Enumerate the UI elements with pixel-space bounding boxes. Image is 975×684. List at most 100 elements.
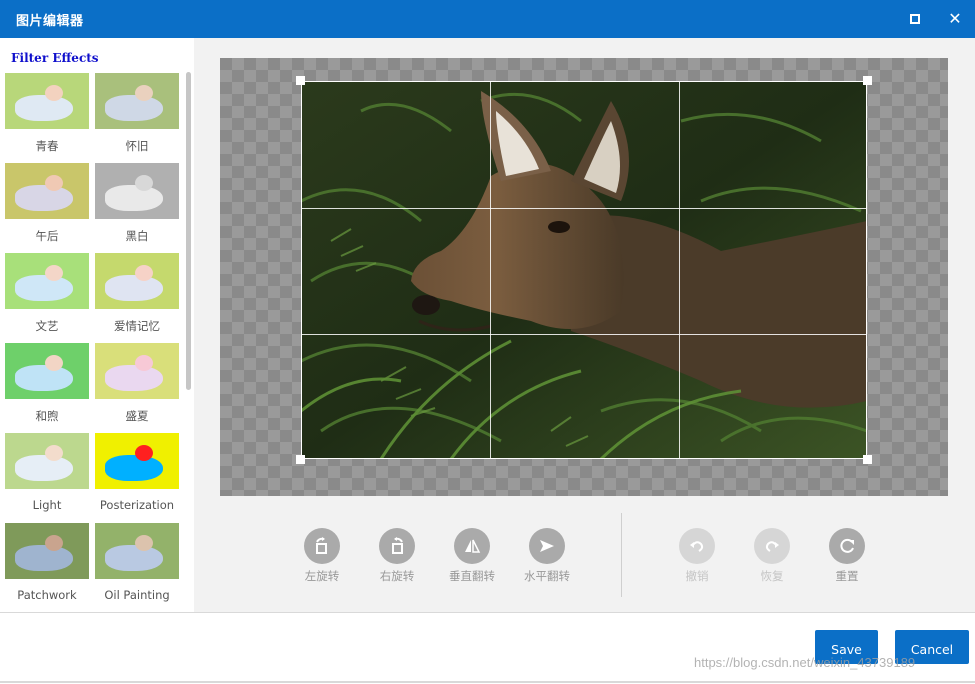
filter-item[interactable]: 文艺	[5, 253, 89, 337]
filter-label: 怀旧	[125, 139, 149, 153]
filter-thumbnail	[5, 523, 89, 579]
filter-label: 文艺	[35, 319, 59, 333]
tool-label: 撤销	[685, 569, 709, 583]
thumbnail-figure-head	[45, 355, 63, 371]
cancel-button[interactable]: Cancel	[895, 630, 969, 664]
tool-label: 水平翻转	[524, 569, 570, 583]
close-button[interactable]: ✕	[946, 9, 964, 29]
filter-item[interactable]: 黑白	[95, 163, 179, 247]
thumbnail-figure-head	[135, 175, 153, 191]
filter-thumbnail	[5, 343, 89, 399]
filter-thumbnail	[95, 343, 179, 399]
thumbnail-figure	[15, 185, 73, 211]
thumbnail-figure	[105, 95, 163, 121]
filter-thumbnail	[5, 253, 89, 309]
thumbnail-figure	[105, 455, 163, 481]
thumbnail-figure-head	[135, 355, 153, 371]
filter-label: 和煦	[35, 409, 59, 423]
tool-label: 左旋转	[304, 569, 340, 583]
thumbnail-figure-head	[45, 265, 63, 281]
thumbnail-figure-head	[45, 85, 63, 101]
thumbnail-figure-head	[45, 445, 63, 461]
filter-thumbnail	[95, 73, 179, 129]
undo-button[interactable]: 撤销	[662, 528, 732, 584]
filter-heading: Filter Effects	[11, 51, 99, 65]
tools-divider	[621, 513, 622, 597]
flip-vertical-button[interactable]: 垂直翻转	[437, 528, 507, 584]
flip-vertical-icon	[454, 528, 490, 564]
crop-gridline	[679, 82, 680, 458]
crop-box[interactable]	[301, 81, 867, 459]
filter-thumbnail	[95, 523, 179, 579]
filter-label: Light	[32, 498, 62, 512]
filter-item[interactable]: 盛夏	[95, 343, 179, 427]
maximize-button[interactable]	[908, 12, 922, 26]
tool-label: 右旋转	[379, 569, 415, 583]
thumbnail-figure	[105, 545, 163, 571]
filter-thumbnail	[5, 433, 89, 489]
tool-label: 恢复	[760, 569, 784, 583]
filter-item[interactable]: 青春	[5, 73, 89, 157]
thumbnail-figure	[105, 185, 163, 211]
filter-thumbnail	[5, 163, 89, 219]
thumbnail-figure	[15, 545, 73, 571]
thumbnail-figure	[15, 365, 73, 391]
window-title: 图片编辑器	[16, 14, 84, 29]
undo-icon	[679, 528, 715, 564]
thumbnail-figure	[15, 455, 73, 481]
filter-item[interactable]: Patchwork	[5, 523, 89, 607]
reset-button[interactable]: 重置	[812, 528, 882, 584]
filter-label: Oil Painting	[104, 588, 170, 602]
thumbnail-figure-head	[135, 265, 153, 281]
thumbnail-figure-head	[45, 535, 63, 551]
thumbnail-figure	[15, 95, 73, 121]
filter-item[interactable]: Posterization	[95, 433, 179, 517]
reset-icon	[829, 528, 865, 564]
thumbnail-figure	[105, 365, 163, 391]
filter-label: 午后	[35, 229, 59, 243]
redo-icon	[754, 528, 790, 564]
sidebar-scrollbar[interactable]	[186, 72, 191, 390]
filter-thumbnail	[95, 163, 179, 219]
window-titlebar: 图片编辑器 ✕	[0, 0, 975, 38]
filter-label: 黑白	[125, 229, 149, 243]
filter-label: Patchwork	[17, 588, 77, 602]
tool-label: 垂直翻转	[449, 569, 495, 583]
filter-item[interactable]: 午后	[5, 163, 89, 247]
flip-horizontal-button[interactable]: 水平翻转	[512, 528, 582, 584]
thumbnail-figure	[15, 275, 73, 301]
rotate-left-button[interactable]: 左旋转	[287, 528, 357, 584]
filter-item[interactable]: Oil Painting	[95, 523, 179, 607]
flip-horizontal-icon	[529, 528, 565, 564]
close-icon: ✕	[948, 9, 962, 28]
crop-handle-bottom-right[interactable]	[863, 455, 872, 464]
filter-thumbnail	[5, 73, 89, 129]
filter-label: 青春	[35, 139, 59, 153]
filter-item[interactable]: Light	[5, 433, 89, 517]
rotate-left-icon	[304, 528, 340, 564]
filter-item[interactable]: 爱情记忆	[95, 253, 179, 337]
crop-handle-top-right[interactable]	[863, 76, 872, 85]
filter-thumbnail	[95, 253, 179, 309]
filter-label: 盛夏	[125, 409, 149, 423]
thumbnail-figure	[105, 275, 163, 301]
thumbnail-figure-head	[135, 445, 153, 461]
filter-label: Posterization	[99, 498, 175, 512]
crop-handle-top-left[interactable]	[296, 76, 305, 85]
filter-thumbnail	[95, 433, 179, 489]
filter-item[interactable]: 和煦	[5, 343, 89, 427]
crop-handle-bottom-left[interactable]	[296, 455, 305, 464]
tool-label: 重置	[835, 569, 859, 583]
thumbnail-figure-head	[45, 175, 63, 191]
crop-gridline	[490, 82, 491, 458]
image-canvas	[220, 58, 948, 496]
thumbnail-figure-head	[135, 85, 153, 101]
filter-label: 爱情记忆	[114, 319, 160, 333]
maximize-icon	[910, 14, 920, 24]
save-button[interactable]: Save	[815, 630, 878, 664]
redo-button[interactable]: 恢复	[737, 528, 807, 584]
crop-gridline	[302, 208, 866, 209]
rotate-right-button[interactable]: 右旋转	[362, 528, 432, 584]
filter-item[interactable]: 怀旧	[95, 73, 179, 157]
rotate-right-icon	[379, 528, 415, 564]
